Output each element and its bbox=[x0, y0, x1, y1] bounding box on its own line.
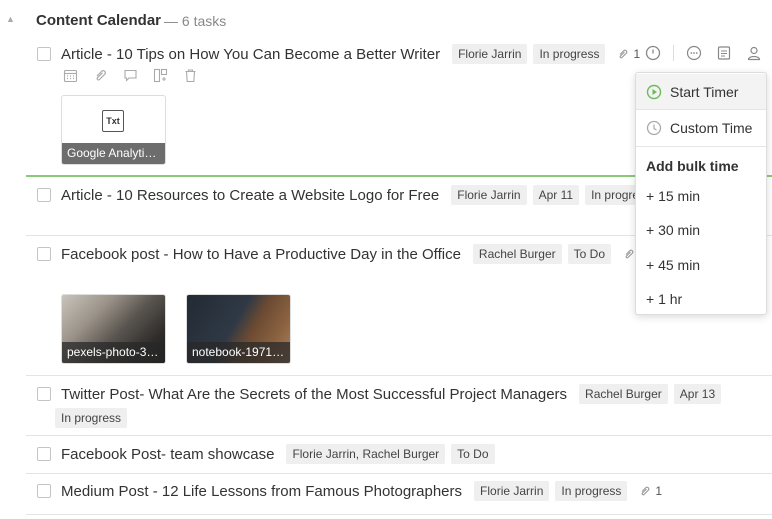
trash-icon[interactable] bbox=[181, 66, 199, 84]
task-title[interactable]: Article - 10 Tips on How You Can Become … bbox=[61, 46, 440, 63]
paperclip-icon bbox=[642, 486, 650, 496]
status-tag[interactable]: In progress bbox=[55, 408, 128, 428]
assignee-tag[interactable]: Florie Jarrin bbox=[452, 44, 528, 64]
start-timer-label: Start Timer bbox=[670, 83, 739, 100]
task-toolbar bbox=[61, 66, 199, 84]
task-row[interactable]: Facebook Post- team showcase Florie Jarr… bbox=[26, 437, 772, 474]
start-timer-item[interactable]: Start Timer bbox=[636, 74, 766, 109]
row-actions bbox=[643, 43, 764, 63]
user-icon[interactable] bbox=[744, 43, 764, 63]
assignee-tag[interactable]: Rachel Burger bbox=[579, 384, 668, 404]
task-checkbox[interactable] bbox=[37, 47, 51, 61]
custom-time-label: Custom Time bbox=[670, 119, 753, 136]
bulk-option-60[interactable]: + 1 hr bbox=[646, 291, 682, 307]
task-row[interactable]: Medium Post - 12 Life Lessons from Famou… bbox=[26, 475, 772, 515]
task-checkbox[interactable] bbox=[37, 484, 51, 498]
calendar-icon[interactable] bbox=[61, 66, 79, 84]
task-row[interactable]: Twitter Post- What Are the Secrets of th… bbox=[26, 377, 772, 436]
assignee-tag[interactable]: Florie Jarrin, Rachel Burger bbox=[286, 444, 446, 464]
task-title[interactable]: Twitter Post- What Are the Secrets of th… bbox=[61, 386, 567, 403]
more-icon[interactable] bbox=[684, 43, 704, 63]
comment-icon[interactable] bbox=[121, 66, 139, 84]
attachment-count-value: 1 bbox=[633, 47, 641, 61]
bulk-option-30[interactable]: + 30 min bbox=[646, 222, 700, 238]
image-thumbnail[interactable]: pexels-photo-3… bbox=[61, 294, 166, 364]
list-title: Content Calendar bbox=[36, 12, 162, 29]
task-checkbox[interactable] bbox=[37, 387, 51, 401]
file-name: Google Analyti… bbox=[62, 143, 165, 164]
status-tag[interactable]: In progress bbox=[555, 481, 628, 501]
timer-menu: Start Timer Custom Time Add bulk time + … bbox=[635, 72, 767, 315]
task-title[interactable]: Facebook post - How to Have a Productive… bbox=[61, 246, 461, 263]
txt-file-icon: Txt bbox=[102, 110, 124, 132]
attachment-count[interactable]: 1 bbox=[617, 47, 640, 61]
paperclip-icon bbox=[620, 49, 628, 59]
file-thumbnail[interactable]: Txt Google Analyti… bbox=[61, 95, 166, 165]
due-date-tag[interactable]: Apr 13 bbox=[673, 384, 722, 404]
attachment-count[interactable]: 1 bbox=[639, 484, 662, 498]
status-tag[interactable]: To Do bbox=[567, 244, 611, 264]
bulk-option-45[interactable]: + 45 min bbox=[646, 257, 700, 273]
bulk-time-heading: Add bulk time bbox=[646, 158, 739, 174]
file-name: pexels-photo-3… bbox=[62, 342, 165, 363]
status-tag[interactable]: In progress bbox=[533, 44, 606, 64]
paperclip-icon bbox=[625, 249, 634, 259]
bulk-option-15[interactable]: + 15 min bbox=[646, 188, 700, 204]
collapse-caret-icon[interactable]: ▲ bbox=[6, 14, 15, 24]
notes-icon[interactable] bbox=[714, 43, 734, 63]
custom-time-item[interactable]: Custom Time bbox=[636, 110, 766, 145]
task-checkbox[interactable] bbox=[37, 188, 51, 202]
assignee-tag[interactable]: Florie Jarrin bbox=[474, 481, 550, 501]
assignee-tag[interactable]: Florie Jarrin bbox=[451, 185, 527, 205]
clock-icon bbox=[646, 120, 662, 135]
image-thumbnail[interactable]: notebook-1971… bbox=[186, 294, 291, 364]
due-date-tag[interactable]: Apr 11 bbox=[532, 185, 580, 205]
task-count: — 6 tasks bbox=[164, 13, 227, 29]
play-icon bbox=[646, 84, 662, 99]
paperclip-icon[interactable] bbox=[91, 66, 109, 84]
task-checkbox[interactable] bbox=[37, 247, 51, 261]
attachment-count-value: 1 bbox=[655, 484, 663, 498]
subtask-icon[interactable] bbox=[151, 66, 169, 84]
task-checkbox[interactable] bbox=[37, 447, 51, 461]
divider bbox=[673, 45, 674, 61]
status-tag[interactable]: To Do bbox=[451, 444, 495, 464]
task-title[interactable]: Medium Post - 12 Life Lessons from Famou… bbox=[61, 483, 462, 500]
file-name: notebook-1971… bbox=[187, 342, 290, 363]
list-header: ▲ Content Calendar — 6 tasks bbox=[0, 8, 772, 34]
task-title[interactable]: Facebook Post- team showcase bbox=[61, 446, 274, 463]
task-title[interactable]: Article - 10 Resources to Create a Websi… bbox=[61, 187, 439, 204]
assignee-tag[interactable]: Rachel Burger bbox=[472, 244, 562, 264]
divider bbox=[636, 146, 766, 147]
clock-icon[interactable] bbox=[643, 43, 663, 63]
